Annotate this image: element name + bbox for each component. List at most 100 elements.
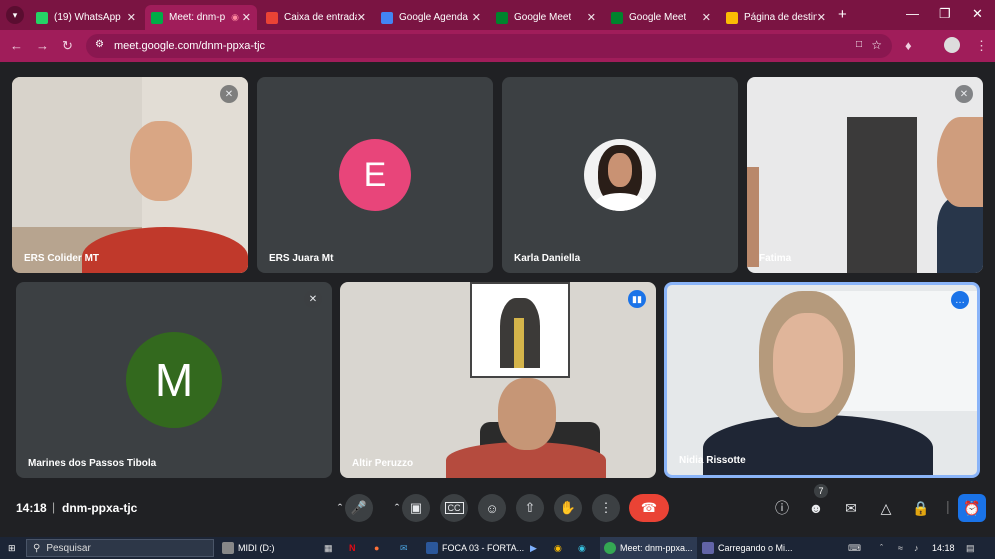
windows-start-icon[interactable]: ⊞ bbox=[8, 537, 16, 559]
tab-whatsapp[interactable]: (19) WhatsApp ✕ bbox=[30, 5, 142, 30]
close-icon[interactable]: ✕ bbox=[472, 11, 481, 24]
close-icon[interactable]: ✕ bbox=[587, 11, 596, 24]
chrome-icon[interactable]: ◉ bbox=[554, 537, 562, 559]
camera-button[interactable]: ▣ bbox=[402, 494, 430, 522]
mic-off-icon: ✕ bbox=[955, 85, 973, 103]
forward-icon[interactable]: → bbox=[36, 38, 49, 53]
mic-off-icon: ✕ bbox=[220, 85, 238, 103]
address-bar[interactable]: ⚙ meet.google.com/dnm-ppxa-tjc □ ☆ bbox=[86, 34, 892, 58]
microphone-button[interactable]: 🎤 bbox=[345, 494, 373, 522]
edge-icon[interactable]: ◉ bbox=[578, 537, 586, 559]
windows-taskbar: ⊞ ⚲ Pesquisar MIDI (D:) ▦ N ● ✉ FOCA 03 … bbox=[0, 537, 995, 559]
participant-name: Karla Daniella bbox=[514, 253, 581, 264]
calculator-icon[interactable]: ▦ bbox=[324, 537, 333, 559]
meet-icon bbox=[151, 11, 163, 24]
reload-icon[interactable]: ↻ bbox=[62, 38, 73, 54]
captions-button[interactable]: CC bbox=[440, 494, 468, 522]
tab-search-button[interactable]: ▾ bbox=[6, 6, 24, 24]
end-call-button[interactable]: ☎ bbox=[629, 494, 669, 522]
restore-icon[interactable]: ❐ bbox=[939, 6, 951, 22]
host-controls-button[interactable]: 🔒 bbox=[909, 496, 933, 520]
netflix-icon[interactable]: N bbox=[349, 537, 356, 559]
teams-icon bbox=[702, 542, 714, 554]
keyboard-icon[interactable]: ⌨ bbox=[848, 537, 861, 559]
tab-google-meet[interactable]: Google Meet ✕ bbox=[490, 5, 602, 30]
microphone-icon: 🎤 bbox=[350, 500, 368, 515]
people-button[interactable]: ☻ 7 bbox=[804, 484, 828, 520]
taskbar-clock[interactable]: 14:18 bbox=[932, 537, 955, 559]
firefox-icon[interactable]: ● bbox=[374, 537, 379, 559]
media-icon[interactable]: ▶ bbox=[530, 537, 537, 559]
photo-face bbox=[608, 153, 632, 187]
meet-icon bbox=[611, 11, 623, 24]
participant-avatar: E bbox=[339, 139, 411, 211]
taskbar-search-box[interactable]: ⚲ Pesquisar bbox=[26, 539, 214, 557]
site-info-icon[interactable]: ⚙ bbox=[95, 39, 104, 50]
wall-portrait bbox=[470, 282, 570, 378]
meeting-info-button[interactable]: ⓘ bbox=[770, 496, 794, 520]
participant-face bbox=[130, 121, 192, 201]
page-icon bbox=[726, 11, 738, 24]
volume-icon[interactable]: ♪ bbox=[914, 537, 919, 559]
separator: | bbox=[52, 500, 56, 514]
participant-name: Nidia Rissotte bbox=[679, 455, 746, 466]
tab-pagina-de-destino[interactable]: Página de destino ✕ bbox=[720, 5, 832, 30]
close-icon[interactable]: ✕ bbox=[817, 11, 826, 24]
people-icon: ☻ bbox=[808, 500, 824, 516]
present-icon: ⇧ bbox=[524, 500, 536, 515]
info-icon: ⓘ bbox=[775, 500, 789, 516]
activities-button[interactable]: △ bbox=[874, 496, 898, 520]
gmail-icon bbox=[266, 11, 278, 24]
participant-face bbox=[498, 378, 556, 450]
more-options-button[interactable]: ⋮ bbox=[592, 494, 620, 522]
timer-button[interactable]: ⏰ bbox=[958, 494, 986, 522]
close-icon[interactable]: ✕ bbox=[127, 11, 136, 24]
extensions-icon[interactable]: ♦ bbox=[905, 38, 912, 53]
new-tab-button[interactable]: + bbox=[838, 6, 847, 23]
bookmark-star-icon[interactable]: ☆ bbox=[871, 38, 882, 52]
taskbar-item-meet[interactable]: Meet: dnm-ppxa... bbox=[600, 537, 697, 559]
participant-tile-ers-colider: ✕ ERS Colider MT bbox=[12, 77, 248, 273]
door-background bbox=[847, 117, 917, 273]
close-icon[interactable]: ✕ bbox=[242, 11, 251, 24]
reactions-button[interactable]: ☺ bbox=[478, 494, 506, 522]
tab-google-agenda[interactable]: Google Agenda ✕ bbox=[375, 5, 487, 30]
url-text: meet.google.com/dnm-ppxa-tjc bbox=[114, 40, 266, 52]
tab-gmail[interactable]: Caixa de entrada ✕ bbox=[260, 5, 372, 30]
back-icon[interactable]: ← bbox=[10, 38, 23, 53]
profile-avatar[interactable] bbox=[944, 37, 960, 53]
photo-shoulders bbox=[594, 193, 646, 211]
present-screen-button[interactable]: ⇧ bbox=[516, 494, 544, 522]
participant-name: Fatima bbox=[759, 253, 792, 264]
close-icon[interactable]: ✕ bbox=[702, 11, 711, 24]
whatsapp-icon bbox=[36, 11, 48, 24]
meeting-time: 14:18 bbox=[16, 501, 47, 515]
taskbar-item-teams[interactable]: Carregando o Mi... bbox=[702, 537, 793, 559]
participant-name: Altir Peruzzo bbox=[352, 458, 414, 469]
taskbar-item-drive[interactable]: MIDI (D:) bbox=[222, 537, 275, 559]
browser-menu-icon[interactable]: ⋮ bbox=[975, 38, 988, 54]
system-tray-chevron-icon[interactable]: ˆ bbox=[880, 537, 883, 559]
search-icon: ⚲ bbox=[33, 542, 41, 554]
participant-face bbox=[937, 117, 983, 207]
speaking-indicator-icon: ▮▮ bbox=[628, 290, 646, 308]
tab-meet-active[interactable]: Meet: dnm-p ◉ ✕ bbox=[145, 5, 257, 30]
participant-tile-marines: M ✕ Marines dos Passos Tibola bbox=[16, 282, 332, 478]
portrait-sash bbox=[514, 318, 524, 368]
close-icon[interactable]: ✕ bbox=[357, 11, 366, 24]
mail-icon[interactable]: ✉ bbox=[400, 537, 408, 559]
participant-tile-fatima: ✕ Fatima bbox=[747, 77, 983, 273]
wifi-icon[interactable]: ≈ bbox=[898, 537, 903, 559]
tab-google-meet-2[interactable]: Google Meet ✕ bbox=[605, 5, 717, 30]
mic-off-icon: ✕ bbox=[304, 290, 322, 308]
more-options-icon[interactable]: … bbox=[951, 291, 969, 309]
chat-button[interactable]: ✉ bbox=[839, 496, 863, 520]
raise-hand-button[interactable]: ✋ bbox=[554, 494, 582, 522]
minimize-icon[interactable]: — bbox=[906, 6, 919, 21]
window-close-icon[interactable]: ✕ bbox=[972, 6, 983, 22]
notifications-icon[interactable]: ▤ bbox=[966, 537, 975, 559]
camera-icon[interactable]: □ bbox=[856, 39, 862, 50]
taskbar-item-word[interactable]: FOCA 03 - FORTA... bbox=[426, 537, 524, 559]
participant-tile-nidia-rissotte: … Nidia Rissotte bbox=[664, 282, 980, 478]
activities-icon: △ bbox=[880, 499, 892, 516]
